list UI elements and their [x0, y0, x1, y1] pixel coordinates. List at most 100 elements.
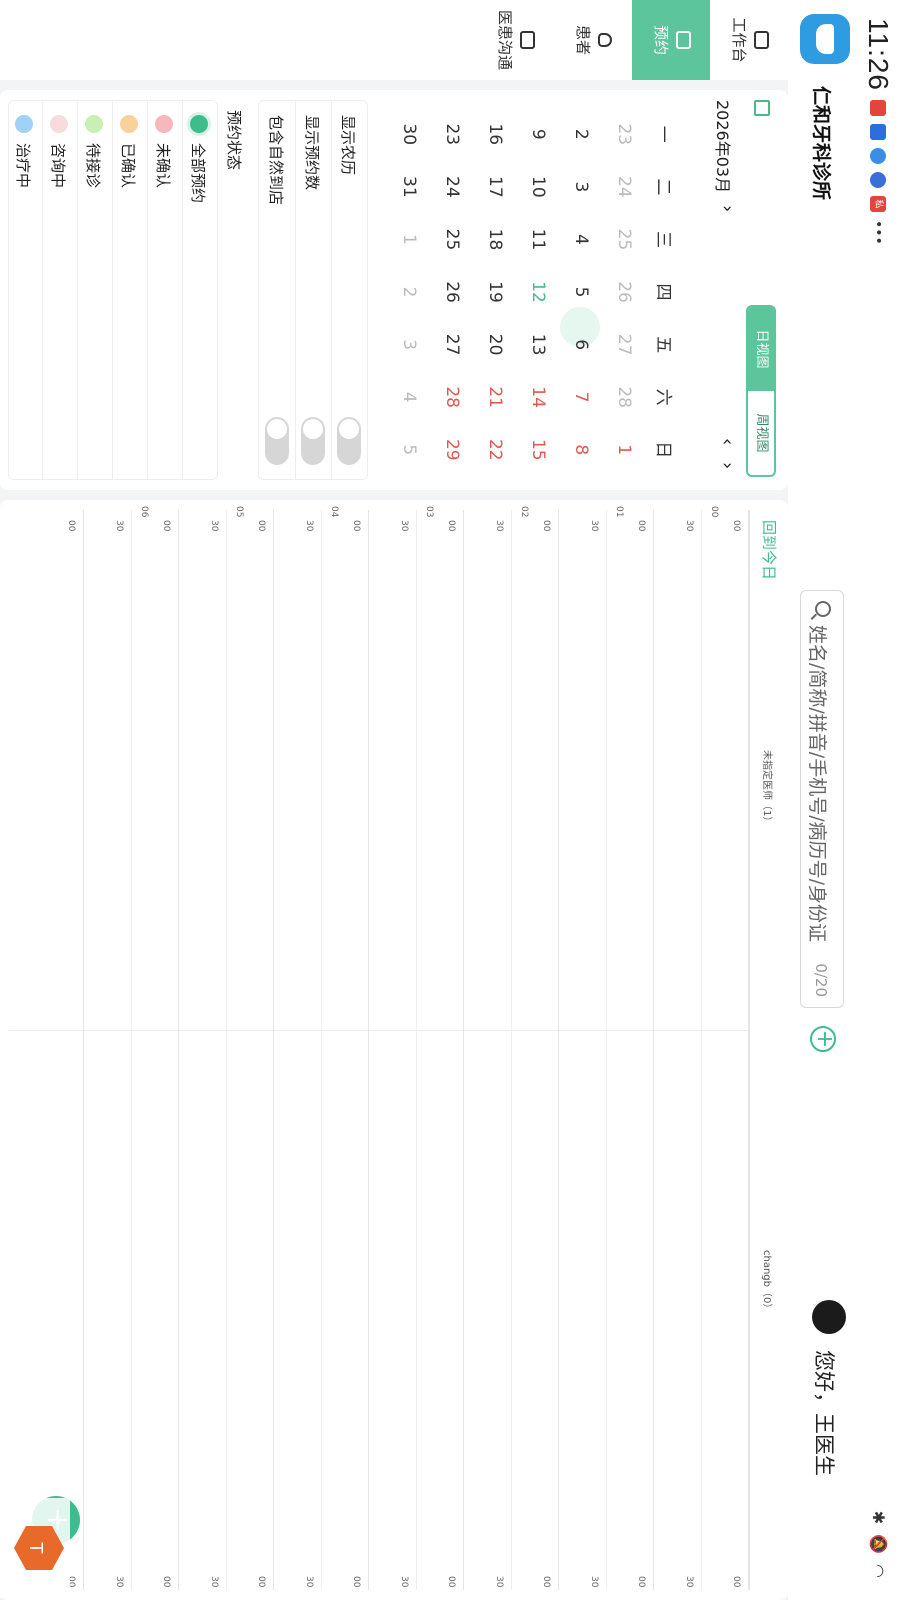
calendar-day[interactable]: 27 — [614, 318, 634, 371]
appointment-count-toggle[interactable] — [301, 417, 325, 465]
calendar-day[interactable]: 17 — [485, 161, 505, 214]
search-box[interactable]: 姓名/简称/拼音/手机号/病历号/身份证 0/20 — [800, 590, 844, 1008]
calendar-day[interactable]: 22 — [485, 423, 505, 476]
calendar-day[interactable]: 13 — [528, 318, 548, 371]
calendar-day[interactable]: 4 — [571, 213, 591, 266]
calendar-day[interactable]: 24 — [614, 161, 634, 214]
calendar-day[interactable]: 2 — [399, 266, 419, 319]
calendar-day[interactable]: 23 — [614, 108, 634, 161]
calendar-day[interactable]: 2 — [571, 108, 591, 161]
calendar-icon[interactable] — [754, 100, 770, 116]
calendar-day[interactable]: 16 — [485, 108, 505, 161]
back-to-today-link[interactable]: 回到今日 — [759, 520, 780, 580]
calendar-day[interactable]: 26 — [442, 266, 462, 319]
calendar-day[interactable]: 21 — [485, 371, 505, 424]
half-hour-line — [416, 510, 417, 1590]
week-view-tab[interactable]: 周视图 — [748, 391, 774, 475]
minute-label: 30 — [494, 1576, 504, 1588]
calendar-day[interactable]: 1 — [614, 423, 634, 476]
calendar-day[interactable]: 24 — [442, 161, 462, 214]
nav-label: 工作台 — [730, 17, 748, 63]
status-option[interactable]: 治疗中 — [8, 101, 42, 479]
toggle-row: 显示农历 — [331, 101, 367, 479]
status-option[interactable]: 已确认 — [112, 101, 147, 479]
calendar-day[interactable]: 25 — [614, 213, 634, 266]
calendar-day[interactable]: 31 — [399, 161, 419, 214]
calendar-day[interactable]: 5 — [571, 266, 591, 319]
more-notifications-icon: ••• — [870, 220, 886, 245]
calendar-day-today[interactable]: 12 — [528, 266, 548, 319]
search-input[interactable]: 姓名/简称/拼音/手机号/病历号/身份证 — [805, 625, 832, 942]
schedule-grid[interactable]: 00 01 02 03 04 05 06 00 30 00 30 00 30 0… — [9, 506, 750, 1590]
minute-label: 00 — [256, 520, 266, 532]
day-view-tab[interactable]: 日视图 — [748, 307, 774, 391]
calendar-day[interactable]: 3 — [399, 318, 419, 371]
calendar-day[interactable]: 9 — [528, 108, 548, 161]
calendar-day[interactable]: 1 — [399, 213, 419, 266]
hour-line — [748, 510, 749, 1590]
nav-workbench[interactable]: 工作台 — [710, 0, 788, 80]
calendar-day[interactable]: 8 — [571, 423, 591, 476]
calendar-day[interactable]: 19 — [485, 266, 505, 319]
calendar-day[interactable]: 23 — [442, 108, 462, 161]
avatar[interactable] — [812, 1300, 846, 1334]
minute-label: 30 — [494, 520, 504, 532]
calendar-day[interactable]: 3 — [571, 161, 591, 214]
calendar-day[interactable]: 10 — [528, 161, 548, 214]
nav-patients[interactable]: 患者 — [554, 0, 632, 80]
column-divider — [9, 1030, 749, 1031]
hour-label: 04 — [329, 506, 339, 518]
doctor-name: changb — [761, 1250, 772, 1287]
calendar-day[interactable]: 27 — [442, 318, 462, 371]
status-option[interactable]: 咨询中 — [42, 101, 77, 479]
status-dot-icon — [120, 115, 138, 133]
weekday-label: 三 — [653, 230, 673, 248]
calendar-day[interactable]: 5 — [399, 423, 419, 476]
toggle-label: 包含自然到店 — [267, 115, 285, 206]
half-hour-line — [321, 510, 322, 1590]
status-option[interactable]: 待接诊 — [77, 101, 112, 479]
person-icon — [598, 33, 613, 47]
status-label: 已确认 — [119, 143, 137, 189]
lunar-calendar-toggle[interactable] — [337, 417, 361, 465]
nav-appointment[interactable]: 预约 — [632, 0, 710, 80]
calendar-day[interactable]: 14 — [528, 371, 548, 424]
calendar-day[interactable]: 7 — [571, 371, 591, 424]
status-option[interactable]: 全部预约 — [182, 101, 217, 479]
calendar-day[interactable]: 28 — [442, 371, 462, 424]
view-switch: 日视图 周视图 — [746, 305, 776, 477]
clinic-name: 仁和牙科诊所 — [810, 86, 832, 201]
calendar-week: 23 24 25 26 27 28 1 — [614, 108, 634, 476]
notification-icons: 私信 ••• — [857, 100, 886, 245]
prev-month-icon[interactable]: ‹ — [717, 438, 738, 445]
month-label[interactable]: 2026年03月 — [712, 100, 736, 193]
calendar-day[interactable]: 15 — [528, 423, 548, 476]
weekday-header: 一 二 三 四 五 六 日 — [653, 108, 678, 476]
add-patient-button[interactable]: + — [810, 1026, 837, 1052]
next-month-icon[interactable]: › — [717, 462, 738, 469]
weekday-label: 四 — [653, 283, 673, 301]
calendar-day[interactable]: 20 — [485, 318, 505, 371]
toggle-row: 包含自然到店 — [259, 101, 295, 479]
nav-communication[interactable]: 医患沟通 — [476, 0, 554, 80]
calendar-day[interactable]: 25 — [442, 213, 462, 266]
chat-icon — [520, 31, 535, 49]
hour-line — [368, 510, 369, 1590]
month-dropdown-chevron-icon[interactable]: › — [717, 205, 738, 212]
calendar-day[interactable]: 4 — [399, 371, 419, 424]
calendar-day[interactable]: 26 — [614, 266, 634, 319]
calendar-day[interactable]: 18 — [485, 213, 505, 266]
minute-label: 00 — [351, 1576, 361, 1588]
top-bar: 仁和牙科诊所 姓名/简称/拼音/手机号/病历号/身份证 0/20 + 您好，王医… — [788, 0, 856, 1600]
status-option[interactable]: 未确认 — [147, 101, 182, 479]
calendar-day[interactable]: 11 — [528, 213, 548, 266]
walk-in-toggle[interactable] — [265, 417, 289, 465]
search-icon — [815, 601, 831, 617]
calendar-day[interactable]: 29 — [442, 423, 462, 476]
calendar-day[interactable]: 28 — [614, 371, 634, 424]
calendar-day[interactable]: 30 — [399, 108, 419, 161]
toggle-row: 显示预约数 — [295, 101, 331, 479]
nav-label: 患者 — [574, 24, 593, 55]
calendar-day[interactable]: 6 — [571, 318, 591, 371]
calendar-panel: 2026年03月 › 日视图 周视图 ‹ › 一 二 三 四 五 六 日 23 … — [0, 90, 788, 490]
